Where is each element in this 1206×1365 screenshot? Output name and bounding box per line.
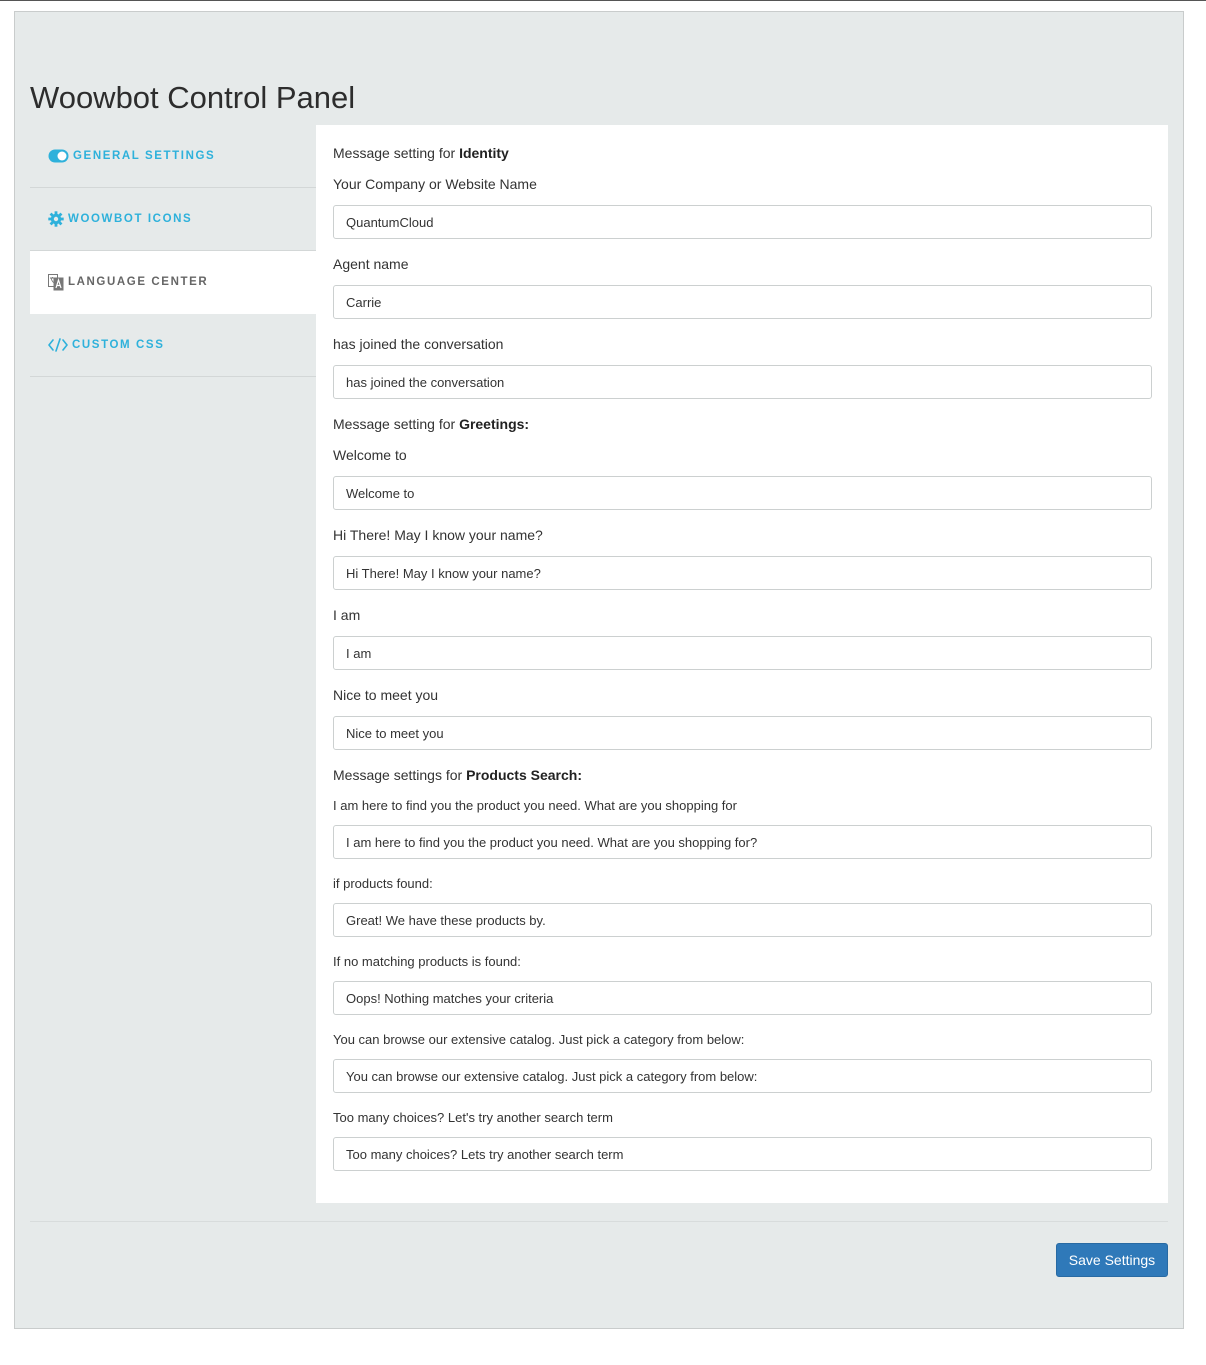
sidebar-item-general-settings[interactable]: GENERAL SETTINGS	[30, 125, 316, 188]
sidebar-item-language-center[interactable]: LANGUAGE CENTER	[30, 251, 316, 314]
browse-catalog-input[interactable]	[333, 1059, 1152, 1093]
translate-icon	[48, 273, 64, 291]
products-found-label: if products found:	[333, 876, 433, 891]
sidebar-item-woowbot-icons[interactable]: WOOWBOT ICONS	[30, 188, 316, 251]
agent-name-input[interactable]	[333, 285, 1152, 319]
no-match-label: If no matching products is found:	[333, 954, 521, 969]
products-found-input[interactable]	[333, 903, 1152, 937]
sidebar-item-label: LANGUAGE CENTER	[68, 276, 209, 288]
page-title: Woowbot Control Panel	[30, 80, 356, 115]
joined-conversation-label: has joined the conversation	[333, 336, 504, 352]
nice-to-meet-label: Nice to meet you	[333, 687, 439, 703]
control-panel: Woowbot Control Panel GENERAL SETTINGS W…	[14, 11, 1184, 1329]
section-title-identity: Message setting for Identity	[333, 145, 509, 161]
company-name-label: Your Company or Website Name	[333, 176, 537, 192]
agent-name-label: Agent name	[333, 256, 409, 272]
no-match-input[interactable]	[333, 981, 1152, 1015]
footer-divider	[30, 1221, 1168, 1222]
language-settings-form: Message setting for Identity Your Compan…	[316, 125, 1168, 1203]
nice-to-meet-input[interactable]	[333, 716, 1152, 750]
joined-conversation-input[interactable]	[333, 365, 1152, 399]
sidebar-item-label: WOOWBOT ICONS	[68, 213, 193, 225]
sidebar-item-label: GENERAL SETTINGS	[73, 150, 216, 162]
gear-icon	[48, 211, 64, 227]
top-border	[0, 0, 1206, 1]
sidebar-item-custom-css[interactable]: CUSTOM CSS	[30, 314, 316, 377]
i-am-label: I am	[333, 607, 361, 623]
too-many-choices-label: Too many choices? Let's try another sear…	[333, 1110, 613, 1125]
section-title-products-search: Message settings for Products Search:	[333, 767, 582, 783]
i-am-input[interactable]	[333, 636, 1152, 670]
find-product-label: I am here to find you the product you ne…	[333, 798, 737, 813]
too-many-choices-input[interactable]	[333, 1137, 1152, 1171]
section-title-greetings: Message setting for Greetings:	[333, 416, 530, 432]
save-settings-button[interactable]: Save Settings	[1056, 1243, 1168, 1277]
company-name-input[interactable]	[333, 205, 1152, 239]
find-product-input[interactable]	[333, 825, 1152, 859]
toggle-icon	[48, 149, 69, 163]
welcome-input[interactable]	[333, 476, 1152, 510]
ask-name-label: Hi There! May I know your name?	[333, 527, 543, 543]
welcome-label: Welcome to	[333, 447, 407, 463]
browse-catalog-label: You can browse our extensive catalog. Ju…	[333, 1032, 745, 1047]
ask-name-input[interactable]	[333, 556, 1152, 590]
sidebar-nav: GENERAL SETTINGS WOOWBOT ICONS LANGUAGE …	[30, 125, 316, 377]
sidebar-item-label: CUSTOM CSS	[72, 339, 165, 351]
code-icon	[48, 338, 68, 352]
